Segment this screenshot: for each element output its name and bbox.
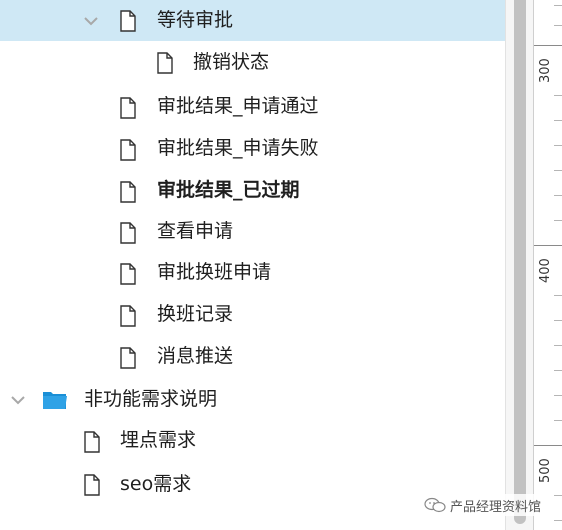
ruler-tick	[554, 220, 562, 221]
chevron-down-icon[interactable]	[82, 12, 100, 30]
watermark-text: 产品经理资料馆	[450, 499, 542, 515]
ruler-major-tick	[534, 45, 562, 46]
wechat-icon	[424, 497, 446, 513]
vertical-ruler: 300 400 500	[533, 0, 562, 530]
ruler-tick	[554, 320, 562, 321]
vertical-scrollbar[interactable]	[505, 0, 533, 530]
page-icon	[120, 347, 136, 369]
page-icon	[120, 181, 136, 203]
tree-item-approval-failed[interactable]: 审批结果_申请失败	[0, 128, 505, 169]
tree-item-view-application[interactable]: 查看申请	[0, 211, 505, 252]
page-icon	[120, 97, 136, 119]
page-icon	[84, 474, 100, 496]
ruler-tick	[554, 370, 562, 371]
ruler-tick	[554, 120, 562, 121]
tree-item-approval-expired[interactable]: 审批结果_已过期	[0, 170, 505, 211]
ruler-tick	[554, 395, 562, 396]
tree-item-label: 审批结果_申请通过	[157, 95, 319, 117]
page-icon	[120, 10, 136, 32]
ruler-major-tick	[534, 245, 562, 246]
tree-folder-non-functional[interactable]: 非功能需求说明	[0, 378, 505, 419]
page-icon	[120, 305, 136, 327]
tree-item-approve-shift-swap[interactable]: 审批换班申请	[0, 252, 505, 293]
folder-icon	[43, 392, 67, 409]
tree-item-waiting-approval[interactable]: 等待审批	[0, 0, 505, 41]
ruler-tick	[554, 295, 562, 296]
tree-item-label: 审批换班申请	[157, 261, 272, 283]
scrollbar-thumb[interactable]	[514, 0, 526, 524]
ruler-tick	[554, 95, 562, 96]
page-icon	[120, 222, 136, 244]
ruler-label-500: 500	[538, 458, 553, 483]
page-icon	[157, 52, 173, 74]
ruler-label-400: 400	[538, 258, 553, 283]
tree-item-label: 消息推送	[157, 345, 234, 367]
tree-item-shift-records[interactable]: 换班记录	[0, 294, 505, 335]
page-tree: 等待审批 撤销状态 审批结果_申请通过 审批结果_申请失败 审批结果_已过期 查…	[0, 0, 505, 530]
ruler-tick	[554, 195, 562, 196]
watermark: 产品经理资料馆	[418, 494, 548, 516]
page-icon	[84, 431, 100, 453]
chevron-down-icon[interactable]	[9, 391, 27, 409]
ruler-tick	[554, 170, 562, 171]
ruler-tick	[554, 25, 562, 26]
tree-item-label: 查看申请	[157, 220, 234, 242]
ruler-tick	[554, 5, 562, 6]
page-icon	[120, 263, 136, 285]
ruler-label-300: 300	[538, 58, 553, 83]
tree-item-label: 换班记录	[157, 303, 234, 325]
ruler-tick	[554, 420, 562, 421]
ruler-major-tick	[534, 445, 562, 446]
tree-item-label: 审批结果_已过期	[157, 179, 300, 201]
page-icon	[120, 139, 136, 161]
ruler-tick	[554, 520, 562, 521]
tree-item-approval-passed[interactable]: 审批结果_申请通过	[0, 86, 505, 127]
tree-item-revoke-status[interactable]: 撤销状态	[0, 41, 505, 82]
ruler-tick	[554, 145, 562, 146]
tree-item-label: 等待审批	[157, 9, 234, 31]
tree-item-label: 审批结果_申请失败	[157, 137, 319, 159]
tree-item-message-push[interactable]: 消息推送	[0, 336, 505, 377]
tree-folder-label: 非功能需求说明	[84, 388, 218, 410]
ruler-tick	[554, 345, 562, 346]
tree-item-label: seo需求	[120, 473, 192, 495]
ruler-tick	[554, 495, 562, 496]
tree-item-label: 埋点需求	[120, 429, 197, 451]
tree-item-tracking-requirements[interactable]: 埋点需求	[0, 420, 505, 461]
tree-item-label: 撤销状态	[193, 51, 270, 73]
